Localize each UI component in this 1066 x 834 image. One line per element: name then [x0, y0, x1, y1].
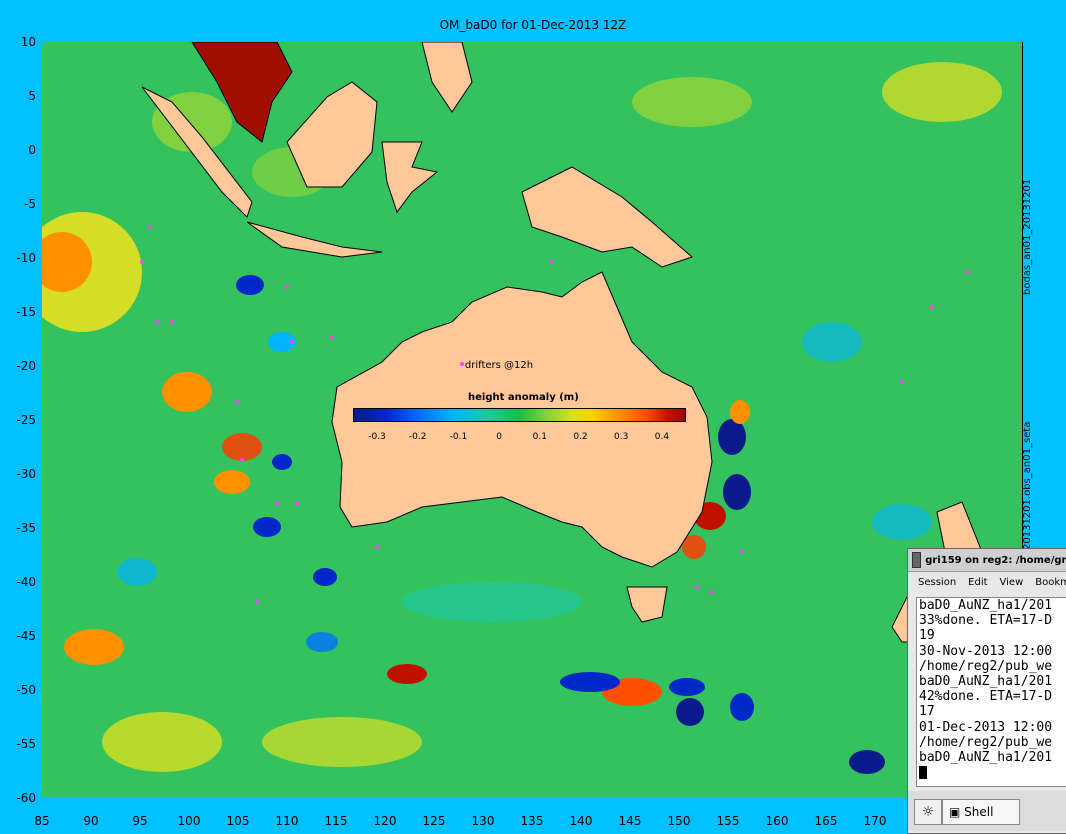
terminal-line: 33%done. ETA=17-D	[919, 613, 1053, 629]
longitude-tick-label: 125	[422, 814, 446, 828]
terminal-line: /home/reg2/pub_we	[919, 658, 1053, 674]
terminal-line: 42%done. ETA=17-D	[919, 689, 1053, 705]
latitude-tick-label: -10	[16, 251, 36, 265]
latitude-tick-label: 10	[20, 35, 36, 49]
longitude-tick-label: 145	[618, 814, 642, 828]
colorbar-tick-label: 0.3	[614, 432, 629, 442]
menu-edit[interactable]: Edit	[968, 577, 987, 588]
latitude-tick-label: -25	[16, 413, 36, 427]
taskbar-shell-button[interactable]: ▣ Shell	[942, 799, 1020, 825]
menu-bookmarks[interactable]: Bookm	[1035, 577, 1066, 588]
colorbar-tick-label: 0.1	[532, 432, 547, 442]
longitude-tick-label: 160	[765, 814, 789, 828]
longitude-tick-label: 95	[132, 814, 148, 828]
terminal-line: baD0_AuNZ_ha1/201	[919, 598, 1053, 613]
colorbar-tick-label: 0.4	[654, 432, 670, 442]
latitude-tick-label: -30	[16, 467, 36, 481]
terminal-cursor	[919, 766, 927, 780]
colorbar-tick-label: -0.1	[449, 432, 468, 442]
longitude-tick-label: 155	[716, 814, 740, 828]
terminal-line: 19	[919, 628, 935, 644]
latitude-tick-label: -5	[24, 197, 36, 211]
terminal-titlebar[interactable]: gri159 on reg2: /home/griff	[908, 549, 1066, 572]
run-label-bottom: 20131201.obs_an01_seta	[1022, 421, 1033, 550]
colorbar-title: height anomaly (m)	[468, 392, 579, 403]
run-label-top: bodas_an01_20131201	[1022, 178, 1033, 295]
terminal-line: baD0_AuNZ_ha1/201	[919, 750, 1053, 766]
colorbar-tick-label: 0	[496, 432, 502, 442]
latitude-tick-label: -50	[16, 683, 36, 697]
terminal-line: 01-Dec-2013 12:00	[919, 719, 1053, 735]
latitude-tick-label: -55	[16, 737, 36, 751]
colorbar	[353, 408, 686, 422]
shell-label: Shell	[964, 805, 994, 819]
terminal-line: 30-Nov-2013 12:00	[919, 643, 1053, 659]
longitude-tick-label: 110	[275, 814, 299, 828]
monitor-icon: ▣	[949, 805, 965, 819]
terminal-line: /home/reg2/pub_we	[919, 734, 1053, 750]
latitude-tick-label: -15	[16, 305, 36, 319]
longitude-tick-label: 130	[471, 814, 495, 828]
longitude-tick-label: 90	[83, 814, 99, 828]
longitude-tick-label: 105	[226, 814, 250, 828]
terminal-line: baD0_AuNZ_ha1/201	[919, 674, 1053, 690]
longitude-tick-label: 140	[569, 814, 593, 828]
terminal-menubar: Session Edit View Bookm	[908, 572, 1066, 592]
latitude-tick-label: 5	[28, 89, 36, 103]
latitude-tick-label: 0	[28, 143, 36, 157]
latitude-tick-label: -40	[16, 575, 36, 589]
menu-session[interactable]: Session	[918, 577, 956, 588]
terminal-line: 17	[919, 704, 935, 720]
latitude-tick-label: -45	[16, 629, 36, 643]
terminal-window[interactable]: gri159 on reg2: /home/griff Session Edit…	[907, 548, 1066, 834]
longitude-tick-label: 135	[520, 814, 544, 828]
menu-view[interactable]: View	[1000, 577, 1024, 588]
colorbar-tick-label: -0.2	[408, 432, 427, 442]
latitude-tick-label: -35	[16, 521, 36, 535]
colorbar-tick-label: 0.2	[573, 432, 588, 442]
longitude-tick-label: 100	[177, 814, 201, 828]
terminal-title: gri159 on reg2: /home/griff	[925, 554, 1066, 566]
latitude-tick-label: -20	[16, 359, 36, 373]
longitude-tick-label: 115	[324, 814, 348, 828]
longitude-tick-label: 120	[373, 814, 397, 828]
terminal-output[interactable]: baD0_AuNZ_ha1/201 33%done. ETA=17-D 19 30-N…	[916, 597, 1066, 787]
longitude-tick-label: 165	[814, 814, 838, 828]
longitude-tick-label: 150	[667, 814, 691, 828]
terminal-icon	[912, 552, 922, 568]
longitude-tick-label: 85	[34, 814, 50, 828]
map-title: OM_baD0 for 01-Dec-2013 12Z	[439, 18, 627, 32]
longitude-tick-label: 170	[863, 814, 887, 828]
drifters-legend: •drifters @12h	[459, 360, 534, 371]
colorbar-tick-label: -0.3	[368, 432, 386, 442]
launcher-icon[interactable]: ☼	[914, 799, 942, 825]
latitude-tick-label: -60	[16, 791, 36, 805]
taskbar: ☼ ▣ Shell	[908, 791, 1066, 831]
